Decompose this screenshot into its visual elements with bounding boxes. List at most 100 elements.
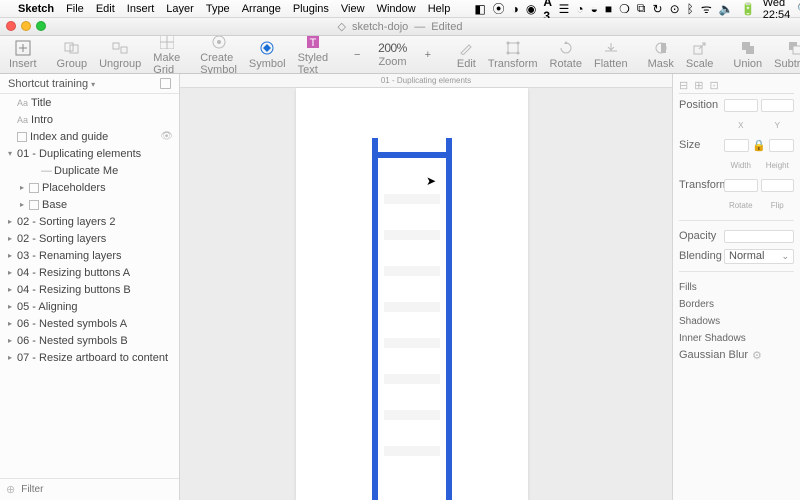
layer-row[interactable]: ▸03 - Renaming layers (0, 247, 179, 264)
width-field[interactable] (724, 139, 749, 152)
placeholder-shape[interactable] (384, 194, 440, 204)
pos-x-field[interactable] (724, 99, 758, 112)
status-icon[interactable]: ◉ (526, 2, 536, 16)
align-tab[interactable]: ⊟ (679, 79, 688, 92)
bluetooth-icon[interactable]: ᛒ (687, 2, 694, 16)
layer-row[interactable]: —Duplicate Me (0, 162, 179, 179)
placeholder-shape[interactable] (384, 410, 440, 420)
layer-row[interactable]: ▸05 - Aligning (0, 298, 179, 315)
tb-transform[interactable]: Transform (483, 39, 543, 70)
tb-mask[interactable]: Mask (643, 39, 679, 70)
canvas[interactable]: 01 - Duplicating elements ➤ (180, 74, 672, 500)
layer-row[interactable]: ▸02 - Sorting layers 2 (0, 213, 179, 230)
menu-type[interactable]: Type (206, 3, 230, 15)
tb-createsymbol[interactable]: Create Symbol (195, 33, 242, 76)
menu-window[interactable]: Window (377, 3, 416, 15)
wifi-icon[interactable]: ᯤ (701, 0, 712, 17)
gear-icon[interactable]: ⚙ (752, 349, 762, 362)
blur-section[interactable]: Gaussian Blur (679, 349, 749, 361)
layer-row[interactable]: ▸06 - Nested symbols B (0, 332, 179, 349)
layer-row[interactable]: ▸Base (0, 196, 179, 213)
layer-row[interactable]: AaTitle (0, 94, 179, 111)
borders-section[interactable]: Borders (679, 295, 794, 310)
status-icon[interactable]: ◑ (512, 2, 519, 16)
tb-insert[interactable]: Insert (4, 39, 42, 70)
doc-title[interactable]: sketch-dojo (352, 21, 408, 33)
status-icon[interactable]: ↻ (653, 2, 663, 16)
tb-rotate[interactable]: Rotate (545, 39, 587, 70)
layer-row[interactable]: Index and guide👁 (0, 128, 179, 145)
layer-row[interactable]: ▸04 - Resizing buttons A (0, 264, 179, 281)
layer-row[interactable]: AaIntro (0, 111, 179, 128)
tb-styledtext[interactable]: TStyled Text (293, 33, 334, 76)
menu-help[interactable]: Help (428, 3, 451, 15)
zoom-button[interactable] (36, 21, 46, 31)
status-icon[interactable]: ◧ (474, 2, 485, 16)
placeholder-shape[interactable] (384, 230, 440, 240)
tb-flatten[interactable]: Flatten (589, 39, 633, 70)
tb-zoom-out[interactable]: − (343, 46, 371, 64)
status-icon[interactable]: ◒ (591, 2, 598, 16)
layer-row[interactable]: ▸Placeholders (0, 179, 179, 196)
dropbox-icon[interactable]: ⧉ (637, 1, 646, 16)
lock-icon[interactable]: 🔒 (752, 139, 766, 152)
layer-row[interactable]: ▸02 - Sorting layers (0, 230, 179, 247)
shadows-section[interactable]: Shadows (679, 312, 794, 327)
menu-layer[interactable]: Layer (166, 3, 194, 15)
height-field[interactable] (769, 139, 794, 152)
pages-dropdown[interactable]: Shortcut training (0, 74, 179, 94)
shape-rail-left[interactable] (372, 138, 378, 500)
status-icon[interactable]: ◔ (576, 2, 583, 16)
layer-row[interactable]: ▸07 - Resize artboard to content (0, 349, 179, 366)
tb-union[interactable]: Union (728, 39, 767, 70)
window-titlebar: ◇ sketch-dojo — Edited (0, 18, 800, 36)
status-icon[interactable]: ■ (605, 2, 612, 16)
close-button[interactable] (6, 21, 16, 31)
inner-shadows-section[interactable]: Inner Shadows (679, 329, 794, 344)
layer-filter-input[interactable] (21, 484, 173, 495)
status-icon[interactable]: ☰ (559, 2, 570, 16)
flip-field[interactable] (761, 179, 795, 192)
tb-scale[interactable]: Scale (681, 39, 719, 70)
placeholder-shape[interactable] (384, 266, 440, 276)
menu-insert[interactable]: Insert (127, 3, 155, 15)
tb-symbol[interactable]: Symbol (244, 39, 291, 70)
status-icon[interactable]: ⊙ (670, 2, 680, 16)
fills-section[interactable]: Fills (679, 278, 794, 293)
tb-group[interactable]: Group (52, 39, 93, 70)
placeholder-shape[interactable] (384, 446, 440, 456)
layer-row[interactable]: ▾01 - Duplicating elements (0, 145, 179, 162)
menu-plugins[interactable]: Plugins (293, 3, 329, 15)
minimize-button[interactable] (21, 21, 31, 31)
tb-zoom-value[interactable]: 200%Zoom (373, 41, 412, 68)
pos-y-field[interactable] (761, 99, 795, 112)
blending-select[interactable]: Normal (724, 249, 794, 264)
pages-panel-icon[interactable] (160, 78, 171, 89)
artboard-title[interactable]: 01 - Duplicating elements (180, 74, 672, 88)
menu-view[interactable]: View (341, 3, 365, 15)
placeholder-shape[interactable] (384, 374, 440, 384)
placeholder-shape[interactable] (384, 338, 440, 348)
shape-duplicate-me[interactable] (372, 152, 452, 158)
battery-icon[interactable]: 🔋 (741, 2, 756, 16)
rotate-field[interactable] (724, 179, 758, 192)
blending-label: Blending (679, 250, 721, 262)
tb-makegrid[interactable]: Make Grid (148, 33, 185, 76)
tb-subtract[interactable]: Subtract (769, 39, 800, 70)
volume-icon[interactable]: 🔈 (719, 2, 734, 16)
menu-file[interactable]: File (66, 3, 84, 15)
tb-ungroup[interactable]: Ungroup (94, 39, 146, 70)
menu-arrange[interactable]: Arrange (242, 3, 281, 15)
layer-row[interactable]: ▸04 - Resizing buttons B (0, 281, 179, 298)
tb-zoom-in[interactable]: + (414, 46, 442, 64)
opacity-field[interactable] (724, 230, 794, 243)
layer-row[interactable]: ▸06 - Nested symbols A (0, 315, 179, 332)
app-name[interactable]: Sketch (18, 3, 54, 15)
shape-rail-right[interactable] (446, 138, 452, 500)
artboard[interactable]: ➤ (296, 88, 528, 500)
status-icon[interactable]: ❍ (619, 2, 630, 16)
tb-edit[interactable]: Edit (452, 39, 481, 70)
menu-edit[interactable]: Edit (96, 3, 115, 15)
status-icon[interactable]: ⦿ (493, 0, 505, 17)
placeholder-shape[interactable] (384, 302, 440, 312)
